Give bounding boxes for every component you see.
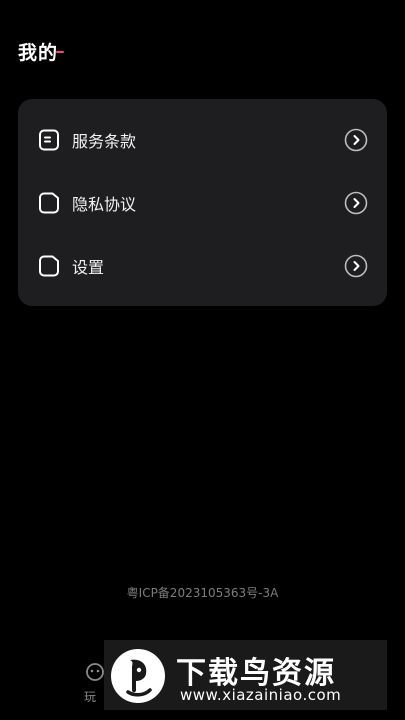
sparkle-icon [56,51,65,53]
my-page: 我的 服务条款 隐私协议 设置 粤ICP备2023105363号-3A 玩 下载… [0,0,405,720]
chevron-right-icon[interactable] [344,254,368,278]
chevron-right-icon[interactable] [344,128,368,152]
watermark-overlay: 下载鸟资源 www.xiazainiao.com [104,640,387,710]
menu-item-settings[interactable]: 设置 [18,235,387,297]
page-icon [39,255,59,277]
watermark-url: www.xiazainiao.com [180,686,342,704]
menu-item-terms[interactable]: 服务条款 [18,109,387,171]
document-icon [39,129,59,151]
menu-item-label: 设置 [72,258,105,277]
menu-card: 服务条款 隐私协议 设置 [18,99,387,306]
bird-logo-icon [111,649,165,703]
icp-license-text[interactable]: 粤ICP备2023105363号-3A [0,584,405,601]
game-icon [86,663,104,681]
menu-item-label: 服务条款 [72,132,137,151]
page-title: 我的 [18,42,59,64]
chevron-right-icon[interactable] [344,191,368,215]
page-icon [39,192,59,214]
page-header: 我的 [18,38,65,65]
menu-item-label: 隐私协议 [72,195,137,214]
menu-item-privacy[interactable]: 隐私协议 [18,172,387,234]
